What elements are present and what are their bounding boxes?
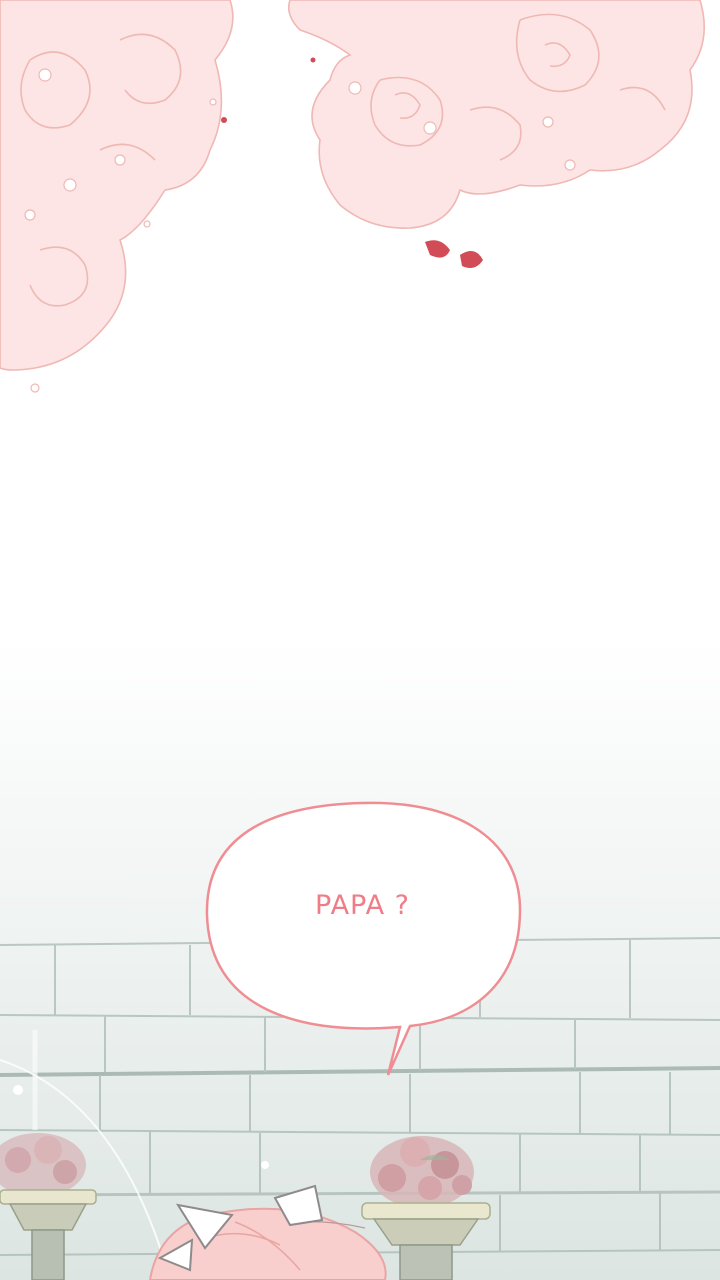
sparkle <box>13 1085 23 1095</box>
sparkle <box>261 1161 269 1169</box>
comic-panel: PAPA ? <box>0 0 720 1280</box>
speech-bubble-text: PAPA ? <box>315 890 410 921</box>
rose-cluster-top <box>0 0 706 371</box>
scene-illustration <box>0 0 720 1280</box>
